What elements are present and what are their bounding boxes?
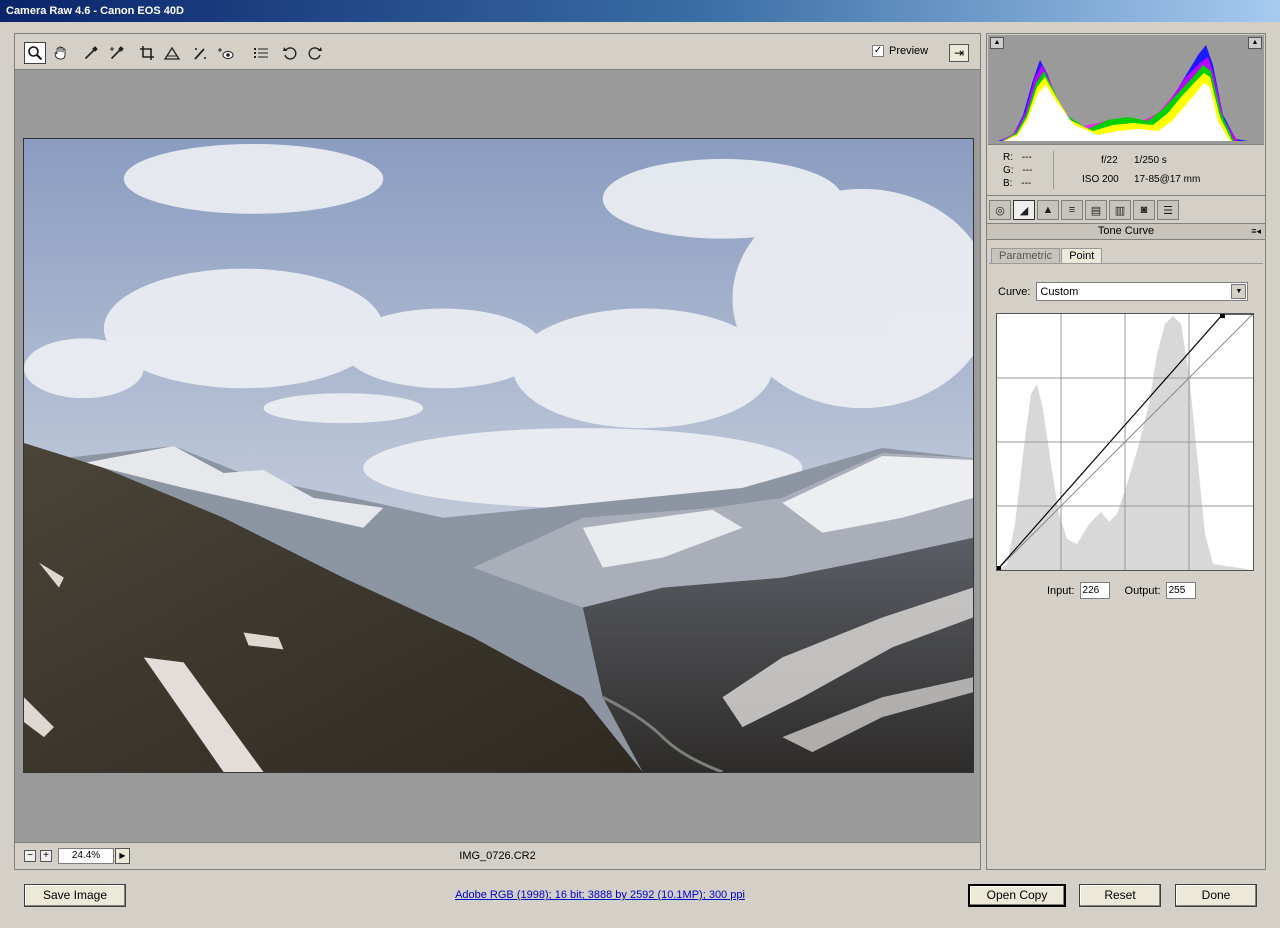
chevron-down-icon[interactable]: ▼ — [1231, 284, 1247, 299]
list-icon — [254, 48, 268, 58]
window-title: Camera Raw 4.6 - Canon EOS 40D — [0, 0, 1280, 22]
crop-tool-button[interactable] — [136, 42, 158, 64]
preview-label: Preview — [889, 45, 929, 57]
curve-preset-select[interactable]: Custom ▼ — [1036, 282, 1249, 301]
preferences-button[interactable] — [250, 42, 272, 64]
split-toning-tab[interactable]: ▤ — [1085, 200, 1107, 220]
white-balance-tool-button[interactable] — [80, 42, 102, 64]
info-divider — [1053, 151, 1054, 189]
toolbar: ✓ Preview ⇥ — [15, 34, 980, 70]
subtab-divider — [989, 263, 1263, 264]
status-bar: − + 24.4% ▶ IMG_0726.CR2 — [15, 842, 980, 869]
g-label: G: — [1003, 165, 1014, 176]
r-label: R: — [1003, 152, 1013, 163]
input-field[interactable]: 226 — [1079, 582, 1110, 599]
retouch-tool-button[interactable] — [189, 42, 211, 64]
curve-preset-value: Custom — [1040, 285, 1079, 298]
aperture-icon: ◎ — [995, 204, 1005, 217]
adjustments-panel: ▲ ▲ R: --- G: --- B: --- f/22 1/250 s IS… — [986, 33, 1266, 870]
tone-curve-tab[interactable]: ◢ — [1013, 200, 1035, 220]
detail-tab[interactable]: ▲ — [1037, 200, 1059, 220]
basic-tab[interactable]: ◎ — [989, 200, 1011, 220]
crop-icon — [140, 46, 154, 60]
tab-point[interactable]: Point — [1061, 248, 1103, 264]
split-icon: ▤ — [1090, 204, 1102, 217]
camera-icon: ◙ — [1140, 204, 1148, 216]
curve-preset-row: Curve: Custom ▼ — [998, 282, 1249, 301]
tab-parametric[interactable]: Parametric — [991, 248, 1061, 264]
preview-toggle[interactable]: ✓ Preview — [872, 45, 928, 57]
curve-subtabs: Parametric Point — [991, 248, 1103, 264]
b-label: B: — [1003, 178, 1013, 189]
open-copy-button[interactable]: Open Copy — [968, 884, 1066, 907]
magnifier-icon — [28, 46, 43, 61]
lens-corrections-tab[interactable]: ▥ — [1109, 200, 1131, 220]
output-label: Output: — [1124, 584, 1161, 597]
presets-tab[interactable]: ☰ — [1157, 200, 1179, 220]
panel-menu-icon[interactable]: ≡◂ — [1251, 224, 1261, 239]
straighten-tool-button[interactable] — [161, 42, 183, 64]
reset-button[interactable]: Reset — [1079, 884, 1161, 907]
rotate-left-icon — [283, 47, 297, 60]
g-value: --- — [1022, 165, 1033, 176]
hand-tool-button[interactable] — [50, 42, 72, 64]
r-value: --- — [1021, 152, 1032, 163]
retouch-icon — [194, 48, 206, 60]
camera-calibration-tab[interactable]: ◙ — [1133, 200, 1155, 220]
hsl-tab[interactable]: ≡ — [1061, 200, 1083, 220]
shutter-value: 1/250 s — [1134, 155, 1167, 166]
aperture-value: f/22 — [1101, 155, 1118, 166]
output-field[interactable]: 255 — [1165, 582, 1196, 599]
preview-area: ✓ Preview ⇥ − + 24.4% ▶ IMG_0726.CR2 — [14, 33, 981, 870]
hand-icon — [54, 46, 66, 60]
rotate-left-button[interactable] — [279, 42, 301, 64]
done-button[interactable]: Done — [1175, 884, 1257, 907]
curve-label: Curve: — [998, 285, 1031, 298]
mountain-icon: ▲ — [1042, 204, 1054, 216]
curve-point[interactable] — [1220, 314, 1225, 318]
color-sampler-tool-button[interactable] — [106, 42, 128, 64]
eyedropper-icon — [84, 46, 98, 60]
rotate-right-icon — [308, 47, 322, 60]
preview-checkbox[interactable]: ✓ — [872, 45, 884, 57]
info-area: R: --- G: --- B: --- f/22 1/250 s ISO 20… — [987, 146, 1265, 196]
zoom-tool-button[interactable] — [24, 42, 46, 64]
b-value: --- — [1021, 178, 1032, 189]
red-eye-tool-button[interactable] — [215, 42, 237, 64]
tone-curve-graph[interactable] — [996, 313, 1254, 571]
rotate-right-button[interactable] — [304, 42, 326, 64]
fullscreen-button[interactable]: ⇥ — [949, 44, 969, 62]
input-label: Input: — [1047, 584, 1075, 597]
panel-header: Tone Curve ≡◂ — [987, 223, 1265, 240]
lens-value: 17-85@17 mm — [1134, 174, 1201, 185]
histogram: ▲ ▲ — [988, 35, 1264, 145]
panel-title: Tone Curve — [1097, 225, 1155, 237]
filename-label: IMG_0726.CR2 — [459, 850, 536, 862]
curve-point[interactable] — [997, 566, 1001, 570]
panel-tabs: ◎ ◢ ▲ ≡ ▤ ▥ ◙ ☰ — [987, 198, 1265, 222]
curve-icon: ◢ — [1019, 204, 1029, 217]
image-preview[interactable] — [23, 138, 974, 773]
red-eye-icon — [218, 48, 234, 59]
iso-value: ISO 200 — [1082, 174, 1119, 185]
bars-icon: ≡ — [1068, 204, 1076, 216]
color-sampler-icon — [110, 46, 124, 60]
fullscreen-icon: ⇥ — [953, 46, 965, 60]
straighten-icon — [164, 46, 180, 60]
sliders-icon: ☰ — [1163, 204, 1173, 217]
lens-icon: ▥ — [1114, 204, 1126, 217]
input-output-row: Input: 226 Output: 255 — [1047, 582, 1196, 599]
